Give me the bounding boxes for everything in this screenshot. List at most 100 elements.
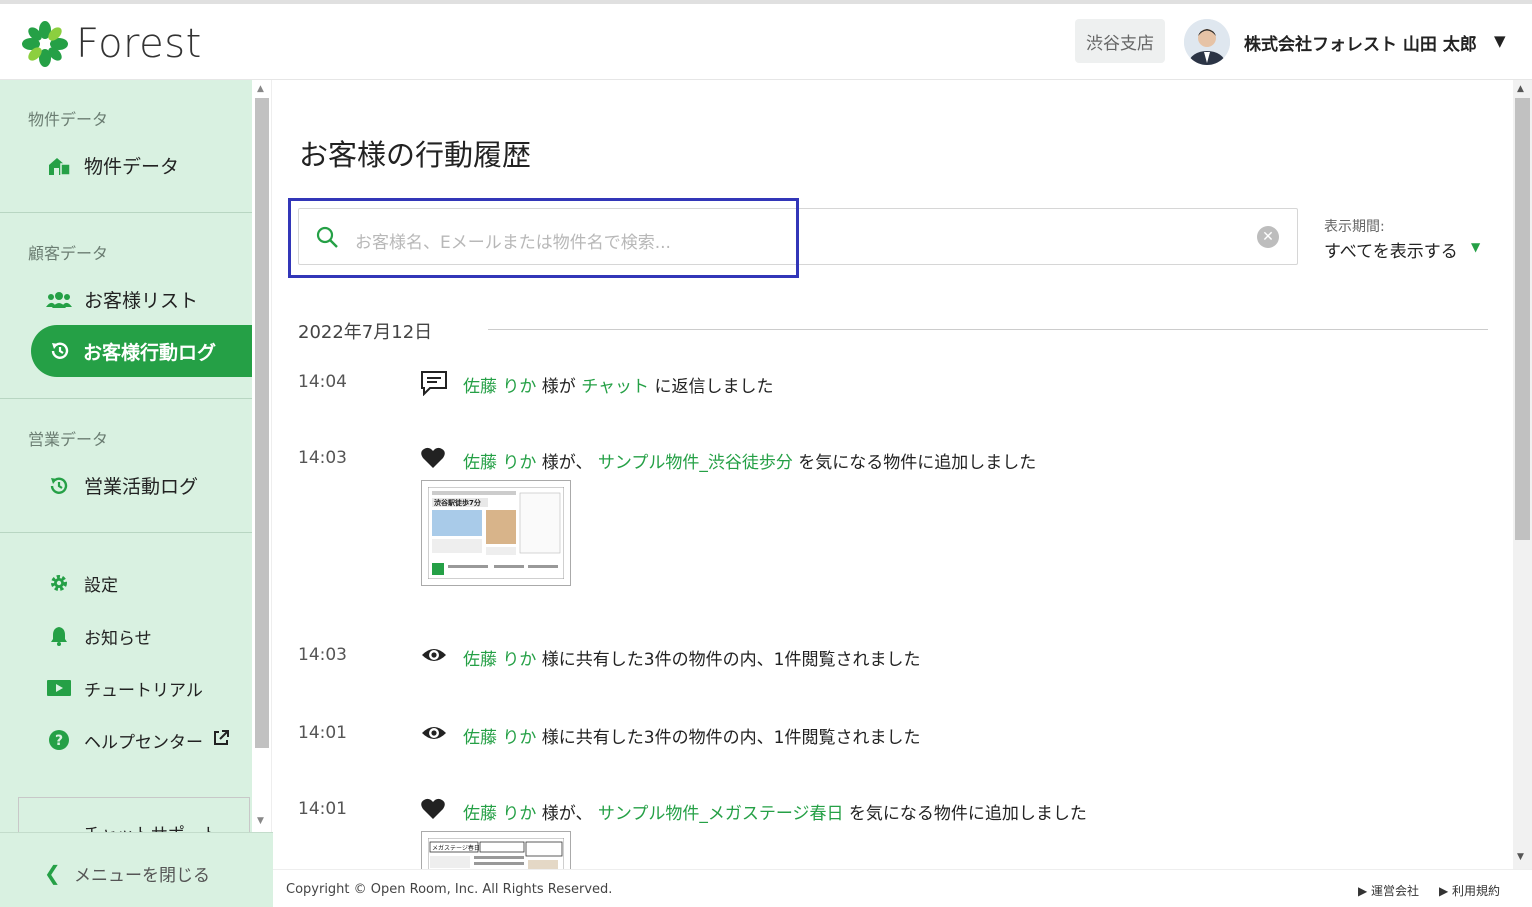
sidebar-item-label: 設定 — [84, 575, 118, 596]
gear-icon — [46, 570, 72, 596]
log-item: 14:01 佐藤 りか 様が、 サンプル物件_メガステージ春日 を気になる物件に… — [298, 797, 1498, 829]
log-text-part: を気になる物件に追加しました — [843, 804, 1087, 824]
log-text-part: を気になる物件に追加しました — [792, 453, 1037, 473]
terms-link[interactable]: ▶ 利用規約 — [1439, 882, 1500, 899]
divider — [488, 329, 1488, 330]
history-icon — [46, 473, 72, 499]
heart-icon — [420, 446, 448, 472]
scroll-up-icon[interactable]: ▲ — [1517, 84, 1524, 94]
help-icon: ? — [46, 727, 72, 753]
dropdown-caret-icon[interactable]: ▼ — [1471, 240, 1480, 254]
sidebar-item-notifications[interactable]: お知らせ — [46, 623, 152, 649]
divider — [0, 398, 252, 399]
sidebar-item-label: お客様行動ログ — [83, 341, 217, 364]
customer-link[interactable]: 佐藤 りか — [463, 728, 536, 748]
history-icon — [47, 338, 73, 364]
scroll-up-icon[interactable]: ▲ — [257, 84, 264, 94]
section-label-customer: 顧客データ — [28, 244, 109, 263]
sidebar-item-tutorial[interactable]: チュートリアル — [46, 675, 203, 701]
sidebar-item-label: ヘルプセンター — [84, 732, 203, 753]
flyer-caption: 渋谷駅徒歩7分 — [434, 498, 481, 507]
footer: Copyright © Open Room, Inc. All Rights R… — [273, 869, 1532, 907]
branch-selector[interactable]: 渋谷支店 — [1075, 19, 1165, 63]
property-link[interactable]: サンプル物件_渋谷徒歩分 — [598, 453, 793, 473]
avatar[interactable] — [1184, 19, 1230, 65]
close-menu-button[interactable]: ❮ メニューを閉じる — [0, 832, 273, 907]
top-bar: Forest 渋谷支店 株式会社フォレスト 山田 太郎 ▼ — [0, 0, 1532, 80]
scroll-down-icon[interactable]: ▼ — [1517, 852, 1524, 862]
forest-logo[interactable]: Forest — [22, 18, 202, 70]
sidebar-item-label: 物件データ — [84, 156, 180, 178]
log-text: 佐藤 りか 様が、 サンプル物件_渋谷徒歩分 を気になる物件に追加しました — [463, 448, 1036, 473]
eye-icon — [420, 643, 448, 669]
main-content: お客様の行動履歴 お客様名、Eメールまたは物件名で検索... ✕ 表示期間: す… — [273, 80, 1513, 871]
sidebar-item-label: 営業活動ログ — [84, 476, 199, 498]
sidebar-item-customer-list[interactable]: お客様リスト — [46, 286, 198, 313]
sidebar-item-label: お客様リスト — [84, 290, 199, 312]
sidebar-item-help-center[interactable]: ? ヘルプセンター — [46, 727, 229, 753]
log-text-part: 様が、 — [536, 453, 598, 473]
logo-text: Forest — [76, 21, 202, 67]
customer-link[interactable]: 佐藤 りか — [463, 650, 536, 670]
customer-link[interactable]: 佐藤 りか — [463, 377, 536, 397]
log-text: 佐藤 りか 様に共有した3件の物件の内、1件閲覧されました — [463, 645, 920, 670]
date-heading: 2022年7月12日 — [298, 322, 433, 343]
copyright: Copyright © Open Room, Inc. All Rights R… — [286, 882, 613, 897]
log-text-part: 様が — [536, 377, 582, 397]
users-icon — [46, 287, 72, 313]
log-text-part: に返信しました — [649, 377, 774, 397]
log-text: 佐藤 りか 様に共有した3件の物件の内、1件閲覧されました — [463, 723, 920, 748]
close-menu-label: メニューを閉じる — [74, 866, 210, 886]
user-name[interactable]: 株式会社フォレスト 山田 太郎 — [1244, 30, 1477, 55]
sidebar-item-label: お知らせ — [84, 628, 152, 649]
divider — [0, 212, 252, 213]
scroll-down-icon[interactable]: ▼ — [257, 816, 264, 826]
log-text-part: 様に共有した3件の物件の内、1件閲覧されました — [536, 728, 921, 748]
sidebar-item-property-data[interactable]: 物件データ — [46, 152, 179, 179]
period-label: 表示期間: — [1324, 219, 1385, 235]
external-link-icon — [213, 729, 229, 751]
section-label-sales: 営業データ — [28, 430, 109, 449]
sidebar-scrollbar[interactable]: ▲ ▼ — [252, 80, 272, 832]
house-icon — [46, 153, 72, 179]
clear-icon[interactable]: ✕ — [1257, 226, 1279, 248]
sidebar-item-customer-activity-log[interactable]: お客様行動ログ — [31, 325, 252, 377]
period-select[interactable]: すべてを表示する — [1324, 237, 1458, 262]
eye-icon — [420, 721, 448, 747]
sidebar-scroll-thumb[interactable] — [255, 98, 269, 748]
chat-link[interactable]: チャット — [581, 377, 649, 397]
heart-icon — [420, 797, 448, 823]
log-text-part: 様に共有した3件の物件の内、1件閲覧されました — [536, 650, 921, 670]
log-text: 佐藤 りか 様が チャット に返信しました — [463, 372, 773, 397]
leaf-logo-icon — [22, 21, 68, 67]
customer-link[interactable]: 佐藤 りか — [463, 804, 536, 824]
main-scroll-thumb[interactable] — [1515, 98, 1530, 540]
svg-text:?: ? — [55, 733, 63, 749]
log-item: 14:01 佐藤 りか 様に共有した3件の物件の内、1件閲覧されました — [298, 723, 1498, 753]
customer-link[interactable]: 佐藤 りか — [463, 453, 536, 473]
section-label-property: 物件データ — [28, 110, 109, 129]
user-menu-caret-icon[interactable]: ▼ — [1494, 32, 1506, 50]
log-item: 14:04 佐藤 りか 様が チャット に返信しました — [298, 370, 1498, 402]
log-text-part: 様が、 — [536, 804, 598, 824]
sidebar-item-sales-activity-log[interactable]: 営業活動ログ — [46, 472, 198, 499]
log-time: 14:01 — [298, 799, 347, 819]
search-highlight-box — [288, 198, 799, 278]
sidebar-item-settings[interactable]: 設定 — [46, 570, 118, 596]
main-scrollbar[interactable]: ▲ ▼ — [1513, 80, 1532, 869]
chevron-left-icon: ❮ — [44, 861, 61, 885]
property-flyer-thumbnail[interactable]: メガステージ春日 — [421, 831, 571, 871]
company-link[interactable]: ▶ 運営会社 — [1358, 882, 1419, 899]
bell-icon — [46, 623, 72, 649]
divider — [0, 532, 252, 533]
log-time: 14:01 — [298, 723, 347, 743]
flyer-caption: メガステージ春日 — [432, 844, 480, 852]
property-link[interactable]: サンプル物件_メガステージ春日 — [598, 804, 844, 824]
chat-icon — [420, 370, 448, 397]
property-flyer-thumbnail[interactable]: 渋谷駅徒歩7分 — [421, 480, 571, 586]
log-time: 14:03 — [298, 645, 347, 665]
chat-support-button[interactable]: チャットサポート — [18, 797, 250, 837]
sidebar: 物件データ 物件データ 顧客データ お客様リスト お客様行動ログ 営業データ 営… — [0, 80, 252, 907]
log-item: 14:03 佐藤 りか 様に共有した3件の物件の内、1件閲覧されました — [298, 645, 1498, 675]
video-icon — [46, 675, 72, 701]
